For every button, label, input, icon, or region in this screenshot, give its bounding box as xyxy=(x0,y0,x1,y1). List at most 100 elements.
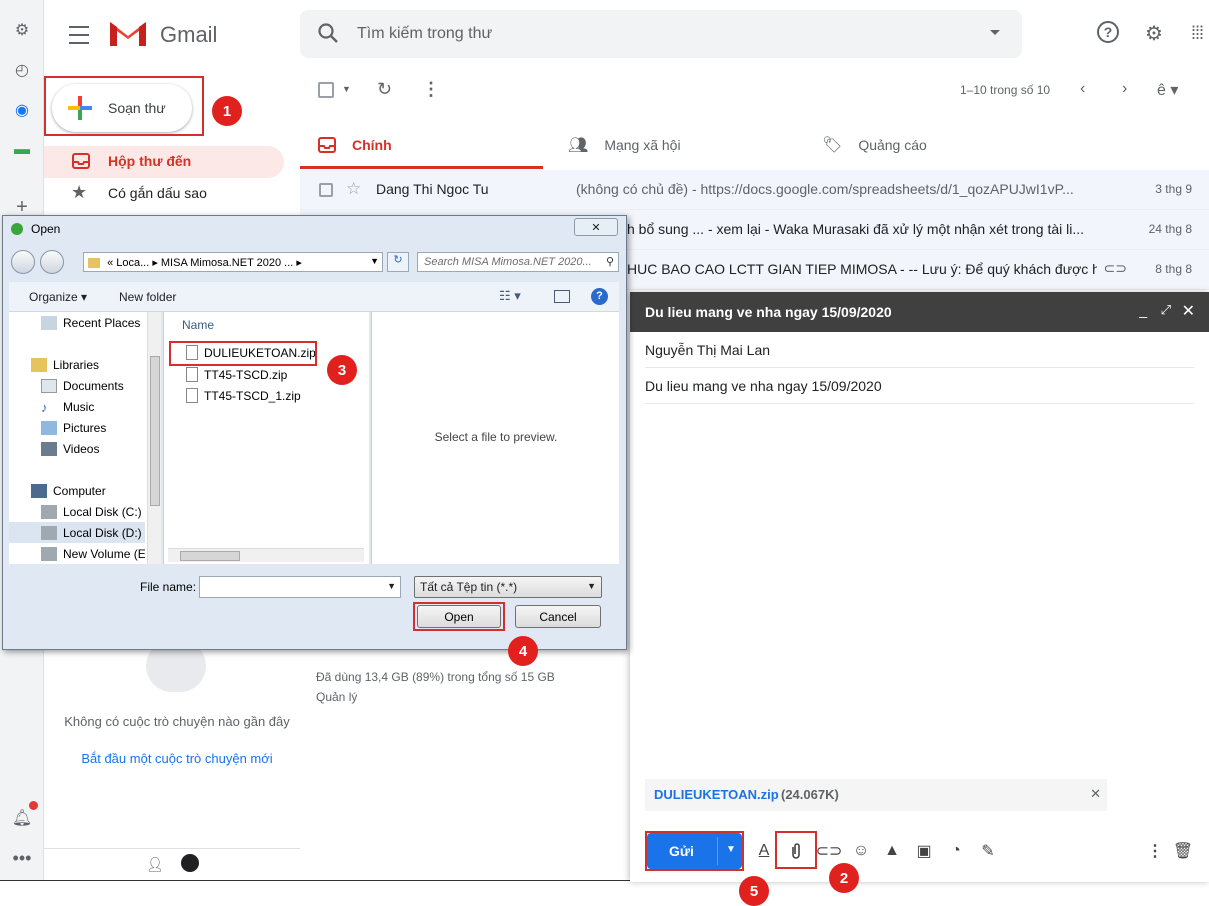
cancel-button[interactable]: Cancel xyxy=(515,605,601,628)
select-all-checkbox[interactable] xyxy=(318,82,334,98)
tree-item-computer[interactable]: Computer xyxy=(31,484,106,498)
remove-attachment-icon[interactable]: ✕ xyxy=(1090,786,1101,802)
email-date: 8 thg 8 xyxy=(1155,262,1192,276)
insert-photo-icon[interactable]: ▣ xyxy=(913,840,935,862)
hangouts-icon[interactable] xyxy=(181,854,199,872)
tree-item-documents[interactable]: Documents xyxy=(41,379,124,393)
forward-button[interactable] xyxy=(40,250,64,274)
tree-item-new-volume-e[interactable]: New Volume (E: xyxy=(41,547,145,561)
step-badge-4: 4 xyxy=(508,636,538,666)
pagination-text: 1–10 trong số 10 xyxy=(960,83,1051,97)
apps-grid-icon[interactable]: ⁞⁞⁞ xyxy=(1184,20,1209,46)
contacts-icon[interactable]: 👤︎ xyxy=(146,856,164,873)
settings-icon[interactable]: ⚙ xyxy=(1141,20,1167,46)
address-bar[interactable]: « Loca... ▸ MISA Mimosa.NET 2020 ... ▸ ▼ xyxy=(83,252,383,272)
tree-item-videos[interactable]: Videos xyxy=(41,442,99,456)
next-page-icon[interactable]: › xyxy=(1122,80,1127,98)
annotation-box-open xyxy=(413,602,505,631)
view-options-icon[interactable]: ☷ ▾ xyxy=(499,288,521,304)
tab-social[interactable]: 👥︎ Mạng xã hội xyxy=(568,120,681,170)
tab-promotions[interactable]: 🏷︎ Quảng cáo xyxy=(822,120,927,170)
messenger-icon[interactable]: ◉ xyxy=(10,98,34,122)
email-date: 24 thg 8 xyxy=(1148,222,1192,236)
insert-link-icon[interactable]: ⊂⊃ xyxy=(816,840,843,862)
close-compose-icon[interactable]: ✕ xyxy=(1182,301,1195,321)
file-type-select[interactable]: Tất cả Tệp tin (*.*) ▼ xyxy=(414,576,602,598)
tree-item-libraries[interactable]: Libraries xyxy=(31,358,99,372)
email-subject: (không có chủ đề) - https://docs.google.… xyxy=(576,181,1074,197)
prev-page-icon[interactable]: ‹ xyxy=(1080,80,1085,98)
step-badge-2: 2 xyxy=(829,863,859,893)
dialog-search-input[interactable]: Search MISA Mimosa.NET 2020... ⚲ xyxy=(417,252,619,272)
to-field[interactable]: Nguyễn Thị Mai Lan xyxy=(645,332,1194,368)
star-outline-icon[interactable]: ☆ xyxy=(346,179,361,199)
active-tab-indicator xyxy=(300,166,543,169)
step-badge-3: 3 xyxy=(327,355,357,385)
step-badge-1: 1 xyxy=(212,96,242,126)
input-tools-icon[interactable]: ê ▾ xyxy=(1157,80,1178,100)
nav-item-starred[interactable]: Có gắn dấu sao xyxy=(108,185,207,201)
search-bar[interactable]: Tìm kiếm trong thư xyxy=(300,10,1022,58)
navigation-pane: Recent Places Libraries Documents ♪ Music… xyxy=(9,312,161,564)
tab-primary[interactable]: Chính xyxy=(318,120,392,170)
annotation-box-file xyxy=(169,341,317,366)
compose-window-header[interactable]: Du lieu mang ve nha ngay 15/09/2020 _ ⤢ … xyxy=(630,292,1209,332)
row-checkbox[interactable] xyxy=(319,183,333,197)
file-item[interactable]: TT45-TSCD.zip xyxy=(186,367,287,382)
main-menu-icon[interactable] xyxy=(62,22,96,48)
file-name-input[interactable]: ▼ xyxy=(199,576,401,598)
tree-item-recent-places[interactable]: Recent Places xyxy=(41,316,140,330)
back-button[interactable] xyxy=(11,250,35,274)
tree-scroll-thumb[interactable] xyxy=(150,356,160,506)
game-controller-icon[interactable]: ▬ xyxy=(10,138,34,162)
annotation-box-compose xyxy=(44,76,204,136)
discard-draft-icon[interactable]: 🗑︎ xyxy=(1172,840,1194,862)
emoji-icon[interactable]: ☺ xyxy=(850,840,872,862)
minimize-icon[interactable]: _ xyxy=(1139,302,1147,318)
expand-icon[interactable]: ⤢ xyxy=(1161,302,1171,318)
refresh-folder-icon[interactable]: ↻ xyxy=(387,252,409,272)
tab-promotions-label: Quảng cáo xyxy=(858,137,927,153)
inbox-tab-icon xyxy=(318,137,336,153)
tree-item-local-disk-c[interactable]: Local Disk (C:) xyxy=(41,505,142,519)
tree-item-music[interactable]: ♪ Music xyxy=(41,400,94,415)
email-row[interactable]: ☆ Dang Thi Ngoc Tu (không có chủ đề) - h… xyxy=(300,170,1209,210)
dialog-close-button[interactable]: ✕ xyxy=(574,218,618,236)
folder-icon xyxy=(88,258,100,269)
address-dropdown-icon[interactable]: ▼ xyxy=(370,256,379,266)
signature-icon[interactable]: ✎ xyxy=(977,840,999,862)
select-dropdown-icon[interactable]: ▼ xyxy=(342,84,351,94)
settings-gear-icon[interactable]: ⚙ xyxy=(10,18,34,42)
start-chat-link[interactable]: Bắt đầu một cuộc trò chuyện mới xyxy=(64,751,290,766)
attachment-chip[interactable]: DULIEUKETOAN.zip (24.067K) ✕ xyxy=(645,779,1107,811)
file-item[interactable]: TT45-TSCD_1.zip xyxy=(186,388,301,403)
refresh-icon[interactable]: ↻ xyxy=(377,79,392,100)
more-icon[interactable]: ••• xyxy=(10,846,34,870)
notification-bell-icon[interactable]: 🔔︎ xyxy=(10,806,34,830)
new-folder-button[interactable]: New folder xyxy=(119,290,176,304)
storage-manage-link[interactable]: Quản lý xyxy=(316,690,357,704)
file-list-scroll-thumb[interactable] xyxy=(180,551,240,561)
organize-button[interactable]: Organize ▾ xyxy=(29,290,87,304)
search-placeholder: Tìm kiếm trong thư xyxy=(357,25,493,42)
annotation-box-send xyxy=(645,831,744,871)
preview-pane-icon[interactable] xyxy=(554,290,570,303)
file-name-dropdown-icon[interactable]: ▼ xyxy=(387,581,396,591)
search-options-icon[interactable] xyxy=(990,30,1000,35)
column-header-name[interactable]: Name xyxy=(182,318,214,332)
confidential-mode-icon[interactable]: ◔ xyxy=(945,840,967,862)
help-icon[interactable]: ? xyxy=(1097,21,1119,43)
format-text-icon[interactable]: A xyxy=(753,840,775,862)
dialog-help-icon[interactable]: ? xyxy=(591,288,608,305)
tag-icon: 🏷︎ xyxy=(822,137,843,154)
tree-item-local-disk-d[interactable]: Local Disk (D:) xyxy=(41,526,142,540)
more-options-icon[interactable]: ⋮ xyxy=(1144,840,1166,862)
tree-item-pictures[interactable]: Pictures xyxy=(41,421,106,435)
tree-scrollbar[interactable] xyxy=(147,312,161,564)
subject-field[interactable]: Du lieu mang ve nha ngay 15/09/2020 xyxy=(645,368,1194,404)
drive-icon[interactable]: ▲ xyxy=(881,840,903,862)
more-actions-icon[interactable]: ⋮ xyxy=(422,79,440,100)
file-list-hscrollbar[interactable] xyxy=(168,548,364,562)
history-icon[interactable]: ◴ xyxy=(10,58,34,82)
storage-usage: Đã dùng 13,4 GB (89%) trong tổng số 15 G… xyxy=(316,670,555,684)
